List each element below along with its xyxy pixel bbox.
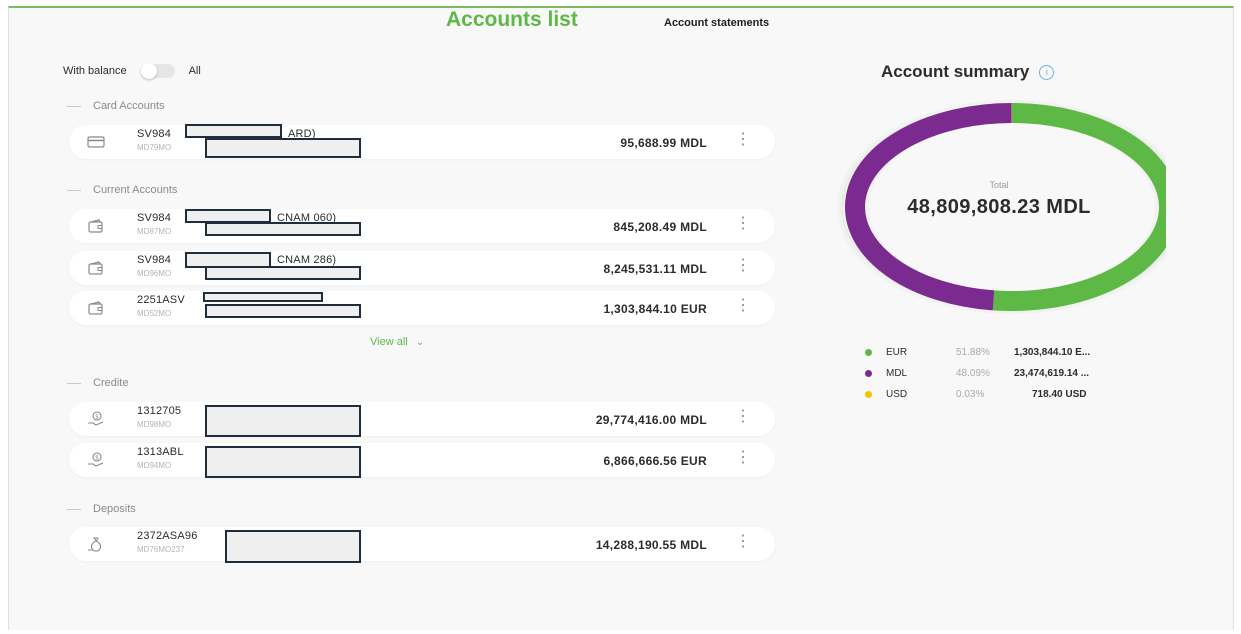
account-row[interactable]: 2372ASA96 MD76MO237 14,288,190.55 MDL ⋮ xyxy=(69,527,775,561)
redaction-box xyxy=(205,405,361,437)
balance-filter: With balance All xyxy=(63,63,201,79)
money-bag-icon xyxy=(87,536,105,552)
summary-title-text: Account summary xyxy=(881,62,1030,81)
account-balance: 14,288,190.55 MDL xyxy=(595,538,707,552)
legend-row-usd: USD 0.03% 718.40 USD xyxy=(862,384,1172,405)
section-current-accounts: Current Accounts xyxy=(67,184,177,196)
redaction-box xyxy=(205,446,361,478)
account-name-suffix: CNAM 286) xyxy=(277,254,337,266)
redaction-box xyxy=(205,266,361,280)
legend-row-eur: EUR 51.88% 1,303,844.10 E... xyxy=(862,342,1172,363)
all-label[interactable]: All xyxy=(189,65,201,77)
redaction-box xyxy=(185,124,282,138)
account-balance: 8,245,531.11 MDL xyxy=(603,262,707,276)
redaction-box xyxy=(205,222,361,236)
view-all-link[interactable]: View all ⌄ xyxy=(370,336,424,348)
account-row[interactable]: $ 1313ABL MD94MO 6,866,666.56 EUR ⋮ xyxy=(69,443,775,477)
legend-amount: 1,303,844.10 E... xyxy=(1014,347,1091,358)
account-name: 2251ASV xyxy=(137,294,185,306)
svg-text:$: $ xyxy=(95,455,99,462)
total-label: Total xyxy=(989,180,1009,190)
more-options-icon[interactable]: ⋮ xyxy=(735,409,751,425)
account-row[interactable]: SV984 CNAM 060) MD87MO 845,208.49 MDL ⋮ xyxy=(69,209,775,243)
legend-dot xyxy=(865,349,872,356)
legend-amount: 718.40 USD xyxy=(1032,389,1087,400)
legend-currency: EUR xyxy=(886,347,908,358)
account-name: SV984 xyxy=(137,128,172,140)
account-iban: MD96MO xyxy=(137,269,172,278)
account-row[interactable]: SV984 CNAM 286) MD96MO 8,245,531.11 MDL … xyxy=(69,251,775,285)
section-credits: Credite xyxy=(67,377,128,389)
card-icon xyxy=(87,134,105,150)
account-balance: 29,774,416.00 MDL xyxy=(595,413,707,427)
account-summary-title: Account summary i xyxy=(881,62,1055,82)
legend-percent: 0.03% xyxy=(956,389,985,400)
more-options-icon[interactable]: ⋮ xyxy=(735,258,751,274)
account-row[interactable]: 2251ASV MD52MO 1,303,844.10 EUR ⋮ xyxy=(69,291,775,325)
account-iban: MD79MO xyxy=(137,143,172,152)
loan-coins-icon: $ xyxy=(87,452,105,468)
view-all-label: View all xyxy=(370,336,408,348)
section-title: Deposits xyxy=(93,503,136,515)
more-options-icon[interactable]: ⋮ xyxy=(735,298,751,314)
svg-text:$: $ xyxy=(95,414,99,421)
account-iban: MD87MO xyxy=(137,227,172,236)
account-name: SV984 xyxy=(137,254,172,266)
account-balance: 95,688.99 MDL xyxy=(620,136,707,150)
account-name: 2372ASA96 xyxy=(137,530,198,542)
loan-coins-icon: $ xyxy=(87,411,105,427)
redaction-box xyxy=(225,530,361,563)
redaction-box xyxy=(205,138,361,158)
account-name: 1312705 xyxy=(137,405,182,417)
more-options-icon[interactable]: ⋮ xyxy=(735,534,751,550)
more-options-icon[interactable]: ⋮ xyxy=(735,450,751,466)
legend-dot xyxy=(865,370,872,377)
redaction-box xyxy=(205,304,361,318)
section-card-accounts: Card Accounts xyxy=(67,100,165,112)
currency-legend: EUR 51.88% 1,303,844.10 E... MDL 48.09% … xyxy=(862,342,1172,405)
info-icon[interactable]: i xyxy=(1039,64,1055,80)
tab-account-statements[interactable]: Account statements xyxy=(664,17,769,29)
account-balance: 6,866,666.56 EUR xyxy=(603,454,707,468)
account-iban: MD94MO xyxy=(137,461,172,470)
wallet-icon xyxy=(87,260,105,276)
account-name: 1313ABL xyxy=(137,446,184,458)
account-balance: 845,208.49 MDL xyxy=(613,220,707,234)
legend-currency: MDL xyxy=(886,368,908,379)
account-row[interactable]: SV984 ARD) MD79MO 95,688.99 MDL ⋮ xyxy=(69,125,775,159)
account-balance: 1,303,844.10 EUR xyxy=(603,302,707,316)
balance-toggle[interactable] xyxy=(140,63,175,79)
toggle-knob xyxy=(140,63,157,79)
legend-percent: 48.09% xyxy=(956,368,990,379)
section-title: Card Accounts xyxy=(93,100,165,112)
legend-currency: USD xyxy=(886,389,908,400)
more-options-icon[interactable]: ⋮ xyxy=(735,132,751,148)
legend-dot xyxy=(865,391,872,398)
section-title: Credite xyxy=(93,377,129,389)
redaction-box xyxy=(203,292,323,302)
section-title: Current Accounts xyxy=(93,184,178,196)
tab-accounts-list[interactable]: Accounts list xyxy=(446,8,578,32)
chevron-down-icon: ⌄ xyxy=(415,336,425,348)
account-row[interactable]: $ 1312705 MD98MO 29,774,416.00 MDL ⋮ xyxy=(69,402,775,436)
wallet-icon xyxy=(87,300,105,316)
more-options-icon[interactable]: ⋮ xyxy=(735,216,751,232)
total-value: 48,809,808.23 MDL xyxy=(907,196,1091,218)
account-iban: MD52MO xyxy=(137,309,172,318)
legend-row-mdl: MDL 48.09% 23,474,619.14 ... xyxy=(862,363,1172,384)
with-balance-label[interactable]: With balance xyxy=(63,65,127,77)
legend-percent: 51.88% xyxy=(956,347,990,358)
section-deposits: Deposits xyxy=(67,503,136,515)
wallet-icon xyxy=(87,218,105,234)
account-iban: MD76MO237 xyxy=(137,545,185,554)
account-name: SV984 xyxy=(137,212,172,224)
account-iban: MD98MO xyxy=(137,420,172,429)
redaction-box xyxy=(185,209,271,223)
accounts-panel: Accounts list Account statements With ba… xyxy=(8,6,1234,630)
legend-amount: 23,474,619.14 ... xyxy=(1014,368,1090,379)
